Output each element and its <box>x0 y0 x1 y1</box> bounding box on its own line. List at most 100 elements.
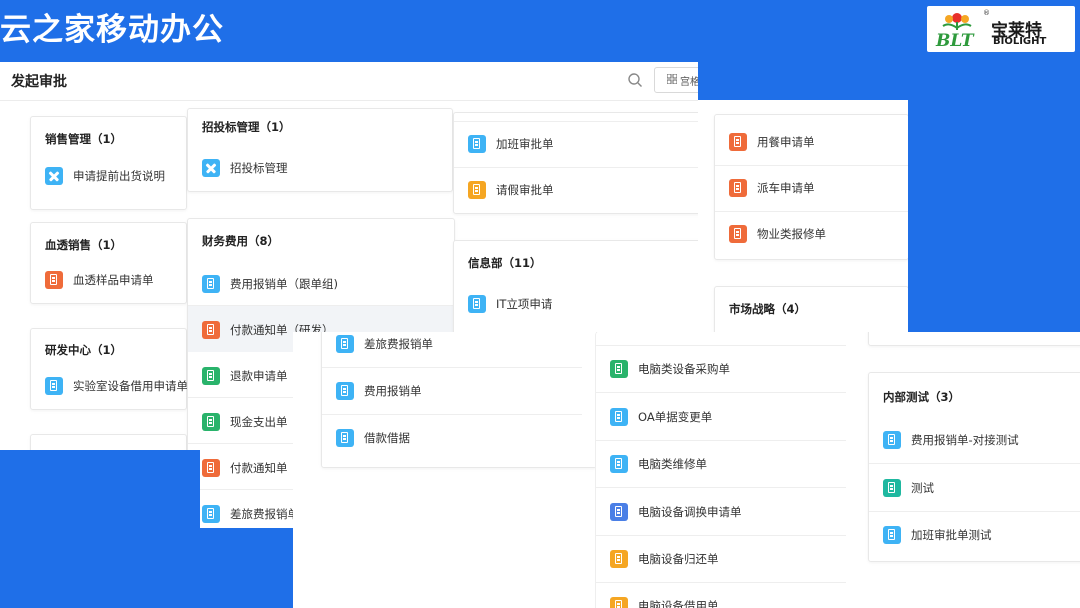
category-card-hr: 加班审批单 请假审批单 <box>453 112 698 214</box>
form-icon <box>202 321 220 339</box>
form-item-label: 招投标管理 <box>230 161 288 175</box>
form-icon <box>883 431 901 449</box>
category-title: 信息部（11） <box>468 256 542 270</box>
page-title: 发起审批 <box>11 74 67 90</box>
form-item-label: 费用报销单（跟单组) <box>230 277 338 291</box>
form-icon <box>610 360 628 378</box>
divider <box>322 367 582 368</box>
category-card-info-more: 电脑类设备采购单 OA单据变更单 电脑类维修单 电脑设备调换申请单 电脑设备归还… <box>595 332 858 608</box>
category-title: 招投标管理（1） <box>202 120 291 134</box>
form-item-label: 电脑类设备采购单 <box>638 362 730 376</box>
form-icon <box>468 181 486 199</box>
form-item-label: OA单据变更单 <box>638 410 713 424</box>
form-icon <box>45 271 63 289</box>
category-title: 市场战略（4） <box>729 302 807 316</box>
form-item-label: 费用报销单-对接测试 <box>911 433 1019 447</box>
form-icon <box>336 429 354 447</box>
form-item-label: 差旅费报销单 <box>364 337 433 351</box>
category-card-test: 内部测试（3） 费用报销单-对接测试 测试 加班审批单测试 <box>868 372 1080 562</box>
category-title: 销售管理（1） <box>45 132 123 146</box>
divider <box>454 121 698 122</box>
form-icon <box>729 133 747 151</box>
blt-logo-mark: BLT <box>935 13 975 48</box>
form-icon <box>729 225 747 243</box>
form-item-label: 付款通知单 <box>230 461 288 475</box>
form-item-label: IT立项申请 <box>496 297 553 311</box>
divider <box>596 535 846 536</box>
grid-icon <box>667 74 677 84</box>
form-item-label: 物业类报修单 <box>757 227 826 241</box>
divider <box>596 345 846 346</box>
form-item-label: 测试 <box>911 481 934 495</box>
form-item-label: 差旅费报销单 <box>230 507 299 521</box>
form-icon <box>336 335 354 353</box>
form-item-label: 派车申请单 <box>757 181 815 195</box>
tools-icon <box>202 159 220 177</box>
divider <box>322 414 582 415</box>
form-icon <box>202 505 220 523</box>
category-card-finance-more: 差旅费报销单 费用报销单 借款借据 <box>321 332 597 468</box>
form-icon <box>610 455 628 473</box>
divider <box>596 392 846 393</box>
search-icon[interactable] <box>627 72 643 88</box>
form-icon <box>883 526 901 544</box>
form-item-label: 血透样品申请单 <box>73 273 154 287</box>
form-item-label: 电脑设备调换申请单 <box>638 505 742 519</box>
form-item-label: 电脑设备借用单 <box>638 599 719 608</box>
top-bar: 发起审批 宫格 <box>0 62 698 101</box>
category-card-bidding: 招投标管理（1） 招投标管理 <box>187 108 453 192</box>
form-icon <box>610 550 628 568</box>
form-item-label: 现金支出单 <box>230 415 288 429</box>
registered-mark: ® <box>983 9 990 17</box>
slide-title: 云之家移动办公 <box>0 12 224 48</box>
form-item-label: 退款申请单 <box>230 369 288 383</box>
category-card-rnd: 研发中心（1） 实验室设备借用申请单 <box>30 328 188 410</box>
divider <box>715 211 908 212</box>
form-item-label: 借款借据 <box>364 431 410 445</box>
form-item-label: 加班审批单 <box>496 137 554 151</box>
form-icon <box>468 135 486 153</box>
divider <box>869 463 1080 464</box>
form-icon <box>202 275 220 293</box>
form-icon <box>336 382 354 400</box>
category-card-admin: 用餐申请单 派车申请单 物业类报修单 <box>714 114 908 260</box>
form-icon <box>610 408 628 426</box>
form-item-label: 用餐申请单 <box>757 135 815 149</box>
blue-background-block <box>0 450 200 608</box>
category-card-partial <box>868 332 1080 346</box>
category-card-dialysis: 血透销售（1） 血透样品申请单 <box>30 222 187 304</box>
category-card-sales: 销售管理（1） 申请提前出货说明 <box>30 116 187 210</box>
divider <box>715 165 908 166</box>
category-title: 内部测试（3） <box>883 390 961 404</box>
form-icon <box>202 413 220 431</box>
form-icon <box>729 179 747 197</box>
grid-view-label: 宫格 <box>680 77 698 88</box>
form-icon <box>202 459 220 477</box>
approval-screen-admin: 用餐申请单 派车申请单 物业类报修单 市场战略（4） <box>698 100 908 332</box>
form-item-label: 申请提前出货说明 <box>73 169 165 183</box>
form-icon <box>610 503 628 521</box>
form-item-label: 电脑设备归还单 <box>638 552 719 566</box>
category-title: 研发中心（1） <box>45 343 123 357</box>
form-icon <box>45 377 63 395</box>
form-icon <box>202 367 220 385</box>
divider <box>869 511 1080 512</box>
form-item-label: 加班审批单测试 <box>911 528 992 542</box>
grid-view-button[interactable]: 宫格 <box>654 67 698 93</box>
divider <box>596 582 846 583</box>
approval-screen-more: 差旅费报销单 费用报销单 借款借据 电脑类设备采购单 OA单据变更单 电脑类维修… <box>293 332 1080 608</box>
divider <box>454 167 698 168</box>
divider <box>596 487 846 488</box>
form-icon <box>468 295 486 313</box>
tools-icon <box>45 167 63 185</box>
category-title: 血透销售（1） <box>45 238 123 252</box>
form-item-label: 实验室设备借用申请单 <box>73 379 188 393</box>
biolight-logo: BLT ® 宝莱特 BIOLIGHT <box>927 6 1075 52</box>
logo-mark-text: BLT <box>935 31 975 48</box>
divider <box>596 440 846 441</box>
form-item-label: 电脑类维修单 <box>638 457 707 471</box>
category-title: 财务费用（8） <box>202 234 280 248</box>
form-icon <box>610 597 628 608</box>
form-item-label: 费用报销单 <box>364 384 422 398</box>
form-icon <box>883 479 901 497</box>
